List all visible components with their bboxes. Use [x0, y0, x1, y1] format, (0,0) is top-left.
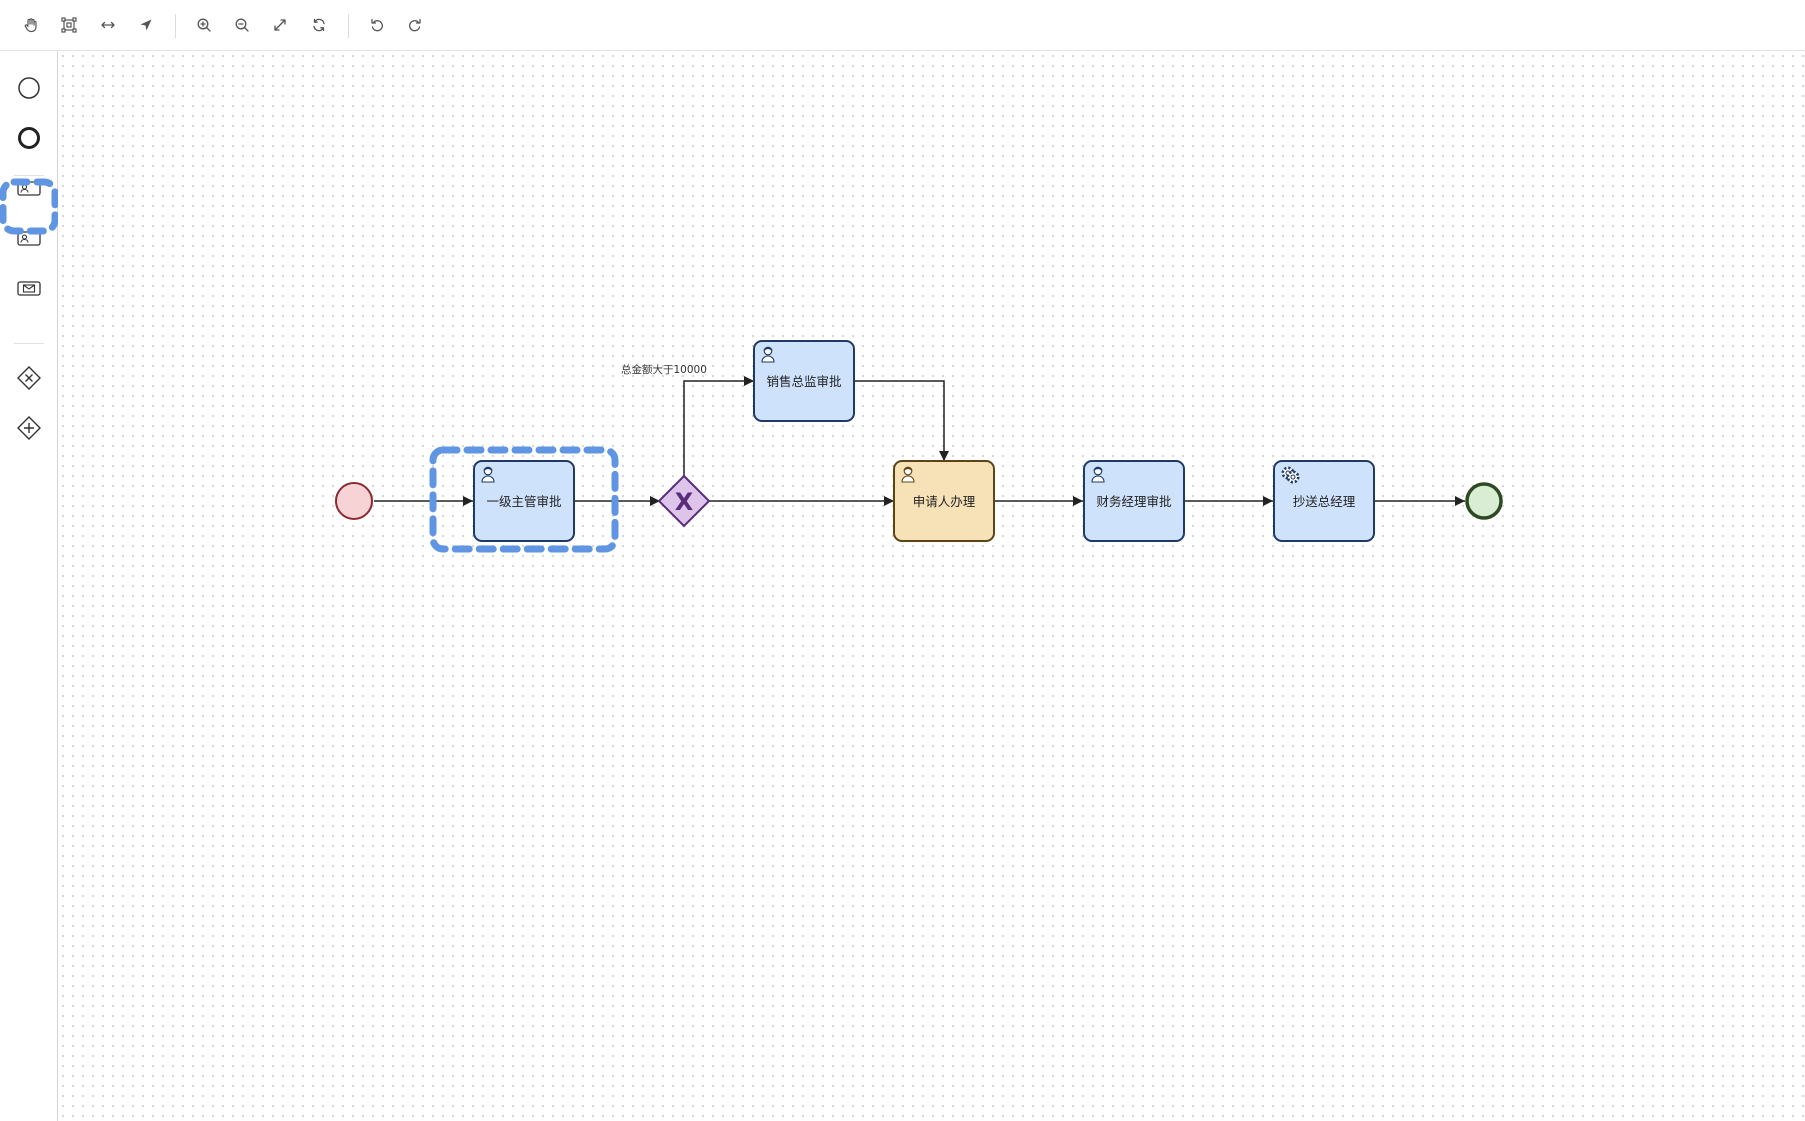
task-label: 申请人办理: [913, 494, 976, 509]
end-event-icon: [18, 127, 40, 149]
palette-exclusive-gateway[interactable]: [9, 358, 49, 398]
zoom-in-icon[interactable]: [190, 11, 218, 39]
start-event[interactable]: [335, 482, 373, 520]
flow-sales-to-applicant[interactable]: [854, 380, 949, 461]
palette-selection-outline: [0, 178, 58, 235]
end-event[interactable]: [1465, 482, 1503, 520]
task-level1-approval[interactable]: 一级主管审批: [473, 460, 575, 542]
reset-icon[interactable]: [305, 11, 333, 39]
task-label: 财务经理审批: [1096, 494, 1171, 509]
task-cc-general-manager[interactable]: 抄送总经理: [1273, 460, 1375, 542]
task-label: 一级主管审批: [486, 494, 561, 509]
hand-icon[interactable]: [17, 11, 45, 39]
connect-tool-icon[interactable]: [132, 11, 160, 39]
bpmn-diagram: 总金额大于10000 一级主管审批 X 销售总监审批 申请人办理 财务经理审批 …: [335, 340, 1503, 553]
palette-parallel-gateway[interactable]: [9, 408, 49, 448]
toolbar: [0, 0, 1805, 51]
gateway-symbol: X: [675, 488, 694, 516]
diagram-canvas[interactable]: 总金额大于10000 一级主管审批 X 销售总监审批 申请人办理 财务经理审批 …: [58, 51, 1805, 1121]
task-finance-manager-approval[interactable]: 财务经理审批: [1083, 460, 1185, 542]
lasso-select-icon[interactable]: [55, 11, 83, 39]
task-label: 抄送总经理: [1293, 494, 1356, 509]
redo-icon[interactable]: [401, 11, 429, 39]
toolbar-divider: [175, 14, 176, 38]
task-applicant-handling[interactable]: 申请人办理: [893, 460, 995, 542]
toolbar-divider: [348, 14, 349, 38]
element-palette: [0, 51, 58, 1121]
exclusive-gateway-icon: [17, 366, 41, 390]
task-label: 销售总监审批: [766, 374, 841, 389]
start-event-icon: [18, 77, 40, 99]
palette-end-event[interactable]: [9, 118, 49, 158]
palette-divider: [14, 343, 44, 344]
condition-label: 总金额大于10000: [621, 363, 707, 376]
task-sales-director-approval[interactable]: 销售总监审批: [753, 340, 855, 422]
palette-message-task[interactable]: [9, 268, 49, 308]
fit-view-icon[interactable]: [266, 11, 294, 39]
message-task-icon: [17, 281, 41, 296]
zoom-out-icon[interactable]: [228, 11, 256, 39]
exclusive-gateway[interactable]: X: [657, 474, 711, 528]
palette-start-event[interactable]: [9, 68, 49, 108]
space-tool-icon[interactable]: [94, 11, 122, 39]
flow-gateway-to-sales[interactable]: [683, 376, 754, 476]
undo-icon[interactable]: [363, 11, 391, 39]
parallel-gateway-icon: [17, 416, 41, 440]
